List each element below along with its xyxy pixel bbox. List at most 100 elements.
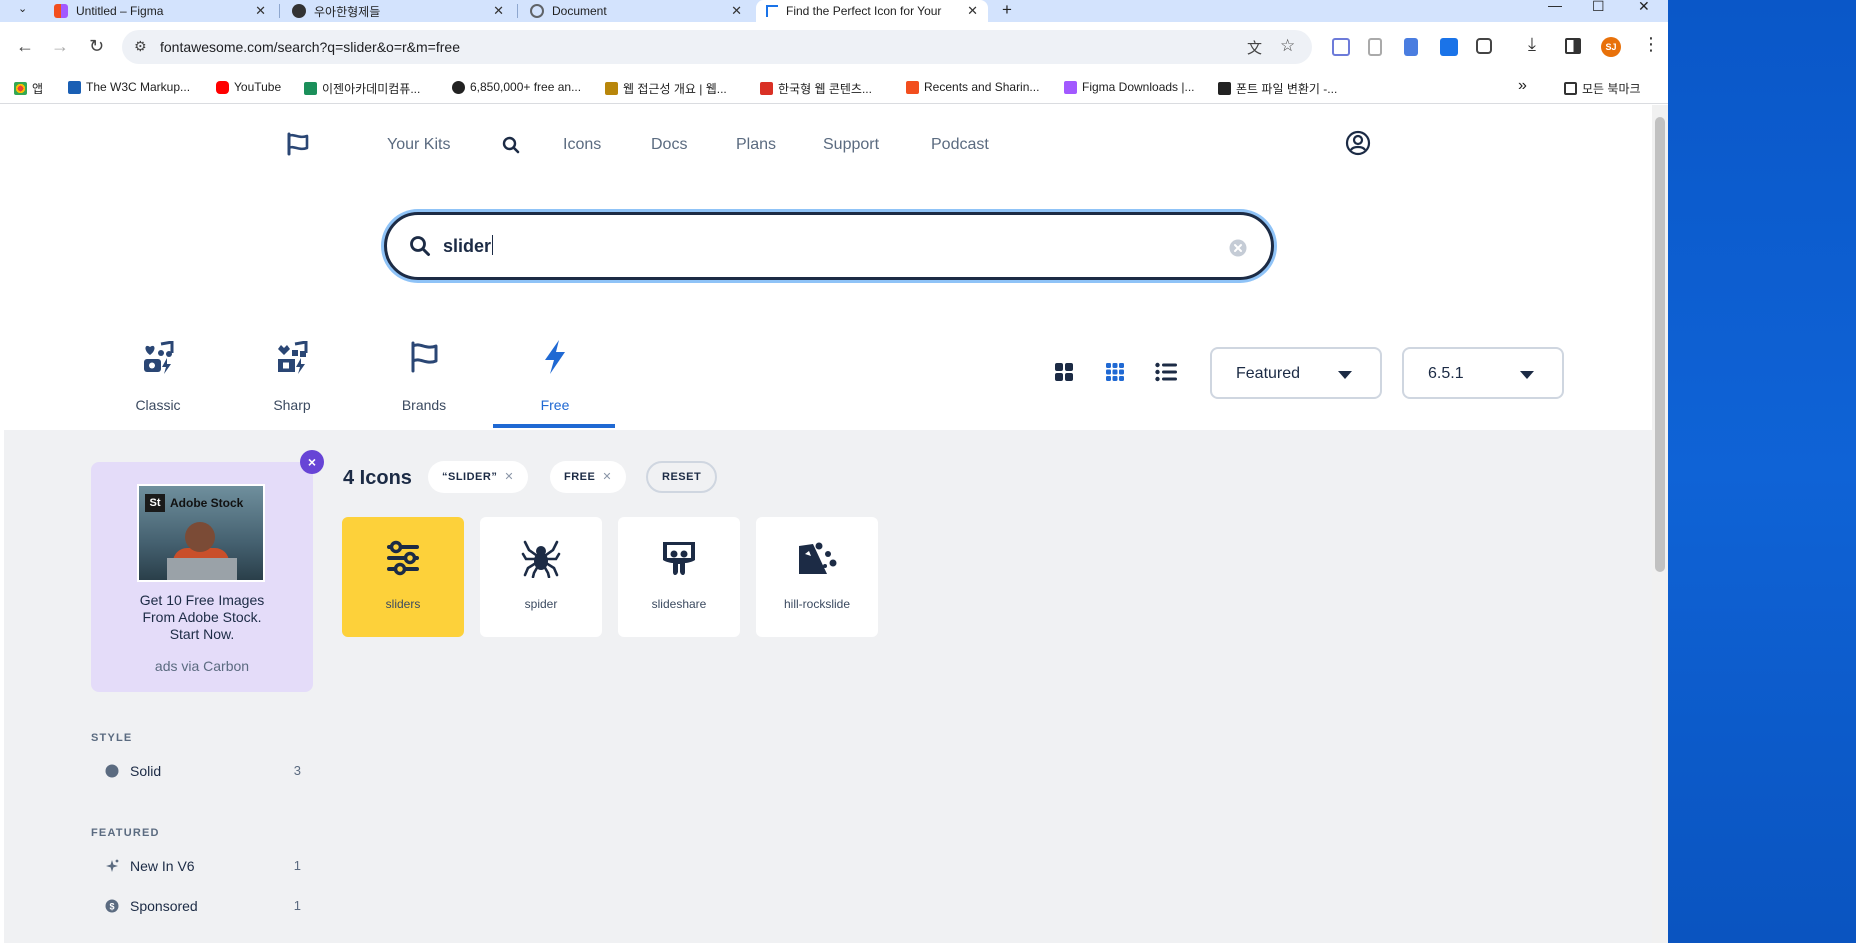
w-icon (605, 82, 618, 95)
icon-name: sliders (385, 597, 421, 611)
nav-plans[interactable]: Plans (736, 136, 776, 154)
site-info-icon[interactable]: ⚙ (134, 38, 147, 55)
extension-crop-icon[interactable] (1332, 38, 1350, 56)
font-awesome-flag-logo-icon[interactable] (286, 132, 310, 156)
back-arrow-icon[interactable]: ← (16, 36, 34, 57)
bookmark-figma-recents[interactable]: Recents and Sharin... (906, 80, 1039, 94)
bookmark-ezen[interactable]: 이젠아카데미컴퓨... (304, 80, 420, 97)
nav-podcast[interactable]: Podcast (931, 136, 989, 154)
nav-your-kits[interactable]: Your Kits (387, 136, 450, 154)
close-icon[interactable]: ✕ (967, 3, 978, 19)
extension-page-icon[interactable] (1368, 38, 1382, 56)
extensions-puzzle-icon[interactable] (1476, 38, 1492, 54)
bookmark-figma-downloads[interactable]: Figma Downloads |... (1064, 80, 1195, 94)
ad-close-button[interactable]: × (300, 450, 324, 474)
user-account-icon[interactable] (1345, 130, 1371, 156)
close-icon[interactable]: ✕ (493, 3, 504, 19)
extension-color-picker-icon[interactable] (1440, 38, 1458, 56)
extension-doc-icon[interactable] (1404, 38, 1418, 56)
nav-search-icon[interactable] (502, 136, 520, 154)
bookmark-font-converter[interactable]: 폰트 파일 변환기 -... (1218, 80, 1337, 97)
translate-icon[interactable]: 文 (1247, 37, 1262, 58)
tab-document[interactable]: Document ✕ (520, 0, 752, 22)
search-input[interactable]: slider (443, 235, 494, 257)
ad-image[interactable]: St Adobe Stock (137, 484, 265, 582)
scrollbar-thumb[interactable] (1655, 117, 1665, 572)
large-grid-view-icon[interactable] (1054, 362, 1074, 382)
menu-kebab-icon[interactable]: ⋮ (1642, 34, 1660, 55)
family-tab-sharp[interactable]: Sharp (233, 333, 351, 428)
icon-card-sliders[interactable]: sliders (342, 517, 464, 637)
nav-icons[interactable]: Icons (563, 136, 601, 154)
family-tab-brands[interactable]: Brands (365, 333, 483, 428)
folder-icon (1564, 82, 1577, 95)
filter-style-solid[interactable]: Solid 3 (91, 761, 301, 781)
side-panel-icon[interactable] (1565, 38, 1581, 54)
tab-search-chevron-icon[interactable]: ⌄ (18, 2, 27, 15)
icon-name: spider (524, 597, 558, 611)
family-tab-classic[interactable]: Classic (99, 333, 217, 428)
icon-card-spider[interactable]: spider (480, 517, 602, 637)
icon-card-hill-rockslide[interactable]: hill-rockslide (756, 517, 878, 637)
all-bookmarks-folder[interactable]: 모든 북마크 (1564, 80, 1641, 97)
browser-window: ⌄ Untitled – Figma ✕ 우아한형제들 ✕ Document ✕… (0, 0, 1668, 943)
clear-search-icon[interactable] (1229, 239, 1247, 257)
bookmark-w3c[interactable]: The W3C Markup... (68, 80, 190, 94)
icon-card-slideshare[interactable]: slideshare (618, 517, 740, 637)
carbon-ad[interactable]: St Adobe Stock Get 10 Free Images From A… (91, 462, 313, 692)
download-icon[interactable]: ⤓ (1528, 34, 1536, 55)
reload-icon[interactable]: ↻ (89, 36, 104, 57)
close-icon[interactable]: ✕ (504, 471, 514, 483)
tab-woowahan[interactable]: 우아한형제들 ✕ (282, 0, 514, 22)
pdf-icon (760, 82, 773, 95)
ad-via-carbon[interactable]: ads via Carbon (91, 658, 313, 674)
tab-figma[interactable]: Untitled – Figma ✕ (44, 0, 276, 22)
ad-copy[interactable]: Get 10 Free Images From Adobe Stock. Sta… (91, 592, 313, 643)
page-scrollbar[interactable] (1652, 105, 1668, 943)
close-icon[interactable]: ✕ (731, 3, 742, 19)
tab-divider (279, 4, 280, 18)
filter-new-in-v6[interactable]: New In V6 1 (91, 856, 301, 876)
bookmark-label: 폰트 파일 변환기 -... (1236, 82, 1338, 96)
filter-label: New In V6 (130, 858, 195, 874)
filter-chip-query[interactable]: “SLIDER” ✕ (428, 461, 529, 493)
svg-text:$: $ (109, 902, 114, 912)
url-text: fontawesome.com/search?q=slider&o=r&m=fr… (160, 39, 460, 55)
bookmark-free-assets[interactable]: 6,850,000+ free an... (452, 80, 581, 94)
profile-avatar[interactable]: SJ (1601, 37, 1621, 57)
new-tab-button[interactable]: + (1002, 0, 1012, 20)
bookmark-kwcag[interactable]: 한국형 웹 콘텐츠... (760, 80, 872, 97)
close-icon[interactable]: ✕ (255, 3, 266, 19)
bookmark-youtube[interactable]: YouTube (216, 80, 281, 94)
window-close-icon[interactable]: ✕ (1638, 0, 1650, 15)
tab-fontawesome[interactable]: Find the Perfect Icon for Your ✕ (756, 0, 988, 22)
figma-icon (906, 80, 919, 94)
version-dropdown[interactable]: 6.5.1 (1402, 347, 1564, 399)
filter-chip-free[interactable]: FREE ✕ (550, 461, 627, 493)
bookmark-web-accessibility[interactable]: 웹 접근성 개요 | 웹... (605, 80, 727, 97)
bookmarks-overflow-button[interactable]: » (1518, 77, 1527, 95)
address-bar[interactable]: ⚙ fontawesome.com/search?q=slider&o=r&m=… (122, 30, 1312, 64)
desktop-background (1668, 0, 1856, 943)
nav-docs[interactable]: Docs (651, 136, 687, 154)
minimize-icon[interactable]: — (1548, 0, 1562, 13)
sort-dropdown[interactable]: Featured (1210, 347, 1382, 399)
bookmark-label: 이젠아카데미컴퓨... (322, 82, 421, 96)
tab-title: Document (552, 4, 607, 18)
icon-name: slideshare (651, 597, 707, 611)
family-tab-free[interactable]: Free (496, 333, 614, 428)
icon-search-box[interactable]: slider (384, 212, 1274, 280)
filter-sponsored[interactable]: $ Sponsored 1 (91, 896, 301, 916)
maximize-icon[interactable]: ☐ (1592, 0, 1605, 15)
star-bookmark-icon[interactable]: ☆ (1280, 36, 1295, 56)
forward-arrow-icon[interactable]: → (51, 36, 69, 57)
hill-rockslide-icon (799, 542, 837, 574)
list-view-icon[interactable] (1155, 362, 1177, 382)
close-icon[interactable]: ✕ (602, 471, 612, 483)
reset-filters-button[interactable]: RESET (646, 461, 718, 493)
bolt-icon (545, 340, 565, 374)
bookmark-apps[interactable]: 앱 (14, 80, 43, 97)
nav-support[interactable]: Support (823, 136, 879, 154)
small-grid-view-icon[interactable] (1105, 362, 1125, 382)
tab-title: Find the Perfect Icon for Your (786, 4, 942, 18)
